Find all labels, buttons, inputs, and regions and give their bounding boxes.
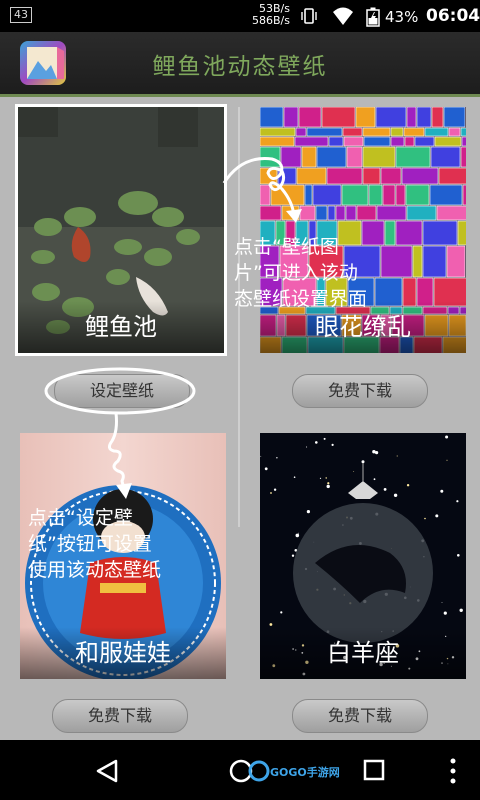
free-download-button[interactable]: 免费下载	[292, 374, 428, 408]
free-download-button[interactable]: 免费下载	[52, 699, 188, 733]
status-bar: 43 53B/s 586B/s 43% 06:04	[0, 0, 480, 32]
free-download-button[interactable]: 免费下载	[292, 699, 428, 733]
back-icon[interactable]	[94, 758, 120, 784]
wallpaper-card-koi-pond: 鲤鱼池	[15, 104, 227, 356]
wifi-icon	[333, 7, 353, 25]
wallpaper-thumbnail-koi-pond[interactable]: 鲤鱼池	[15, 104, 227, 356]
wallpaper-grid: 鲤鱼池 设定壁纸 眼花缭乱 免费下载 和服娃娃 免费下载 白羊座 免费下载 点击…	[0, 97, 480, 740]
wallpaper-thumbnail-dazzling[interactable]: 眼花缭乱	[260, 107, 466, 353]
clock: 06:04	[426, 6, 480, 26]
hint-tap-button: 点击“设定壁 纸”按钮可设置 使用该动态壁纸	[28, 507, 162, 581]
network-speed: 53B/s 586B/s	[246, 3, 290, 27]
highlight-ellipse	[44, 367, 196, 415]
wallpaper-name: 和服娃娃	[20, 627, 226, 679]
vibrate-icon	[301, 8, 317, 24]
wallpaper-thumbnail-aries[interactable]: 白羊座	[260, 433, 466, 679]
hint-tap-image: 点击“壁纸图 片”可进入该动 态壁纸设置界面	[234, 236, 368, 310]
battery-icon	[366, 7, 380, 27]
recents-icon[interactable]	[362, 758, 386, 782]
wallpaper-card-dazzling: 眼花缭乱	[260, 107, 466, 353]
app-title-bar: 鲤鱼池动态壁纸	[0, 32, 480, 97]
arrow-to-button-icon	[107, 412, 132, 499]
navigation-bar: GOGO手游网	[0, 740, 480, 800]
wallpaper-name: 白羊座	[260, 627, 466, 679]
net-down-speed: 586B/s	[252, 14, 290, 27]
watermark-logo-icon	[248, 760, 270, 782]
app-title: 鲤鱼池动态壁纸	[152, 54, 328, 80]
arrow-to-thumbnail-icon	[222, 157, 302, 223]
overflow-menu-icon[interactable]	[448, 756, 458, 786]
notification-count-badge: 43	[10, 7, 32, 23]
battery-percent: 43%	[385, 8, 419, 26]
watermark-text: GOGO手游网	[270, 766, 340, 779]
wallpaper-name: 鲤鱼池	[18, 301, 224, 353]
wallpaper-card-aries: 白羊座	[260, 433, 466, 679]
